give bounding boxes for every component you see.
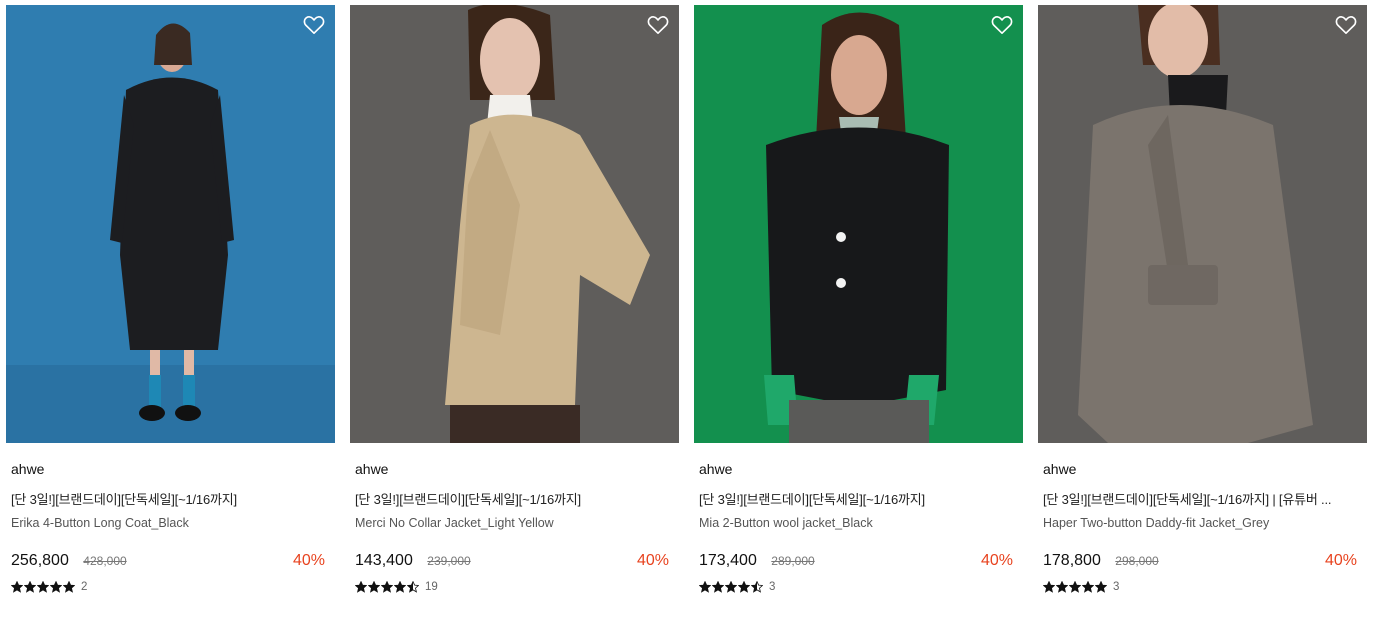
star-rating — [699, 581, 763, 593]
sale-price: 256,800 — [11, 552, 69, 569]
product-name[interactable]: Merci No Collar Jacket_Light Yellow — [355, 516, 674, 533]
sale-price: 178,800 — [1043, 552, 1101, 569]
star-icon — [407, 581, 419, 593]
original-price: 428,000 — [83, 554, 127, 568]
product-photo-coat-black — [6, 5, 335, 443]
star-icon — [355, 581, 367, 593]
price-row: 173,400 289,000 40% — [699, 552, 1018, 574]
star-rating — [355, 581, 419, 593]
rating: 3 — [1043, 580, 1362, 594]
star-icon — [368, 581, 380, 593]
star-icon — [37, 581, 49, 593]
brand-name[interactable]: ahwe — [1043, 461, 1362, 479]
review-count: 3 — [1113, 581, 1120, 593]
product-image[interactable] — [6, 5, 335, 443]
star-icon — [1069, 581, 1081, 593]
rating: 3 — [699, 580, 1018, 594]
discount-rate: 40% — [1324, 552, 1357, 569]
star-icon — [24, 581, 36, 593]
review-count: 3 — [769, 581, 776, 593]
sale-price: 143,400 — [355, 552, 413, 569]
product-grid: ahwe [단 3일!][브랜드데이][단독세일][~1/16까지] Erika… — [0, 0, 1377, 633]
review-count: 19 — [425, 581, 438, 593]
product-image[interactable] — [694, 5, 1023, 443]
price-row: 143,400 239,000 40% — [355, 552, 674, 574]
star-icon — [63, 581, 75, 593]
original-price: 298,000 — [1115, 554, 1159, 568]
heart-outline-icon[interactable] — [647, 15, 669, 35]
star-icon — [699, 581, 711, 593]
brand-name[interactable]: ahwe — [11, 461, 330, 479]
promo-text[interactable]: [단 3일!][브랜드데이][단독세일][~1/16까지] — [11, 489, 330, 507]
promo-text[interactable]: [단 3일!][브랜드데이][단독세일][~1/16까지] — [355, 489, 674, 507]
sale-price: 173,400 — [699, 552, 757, 569]
star-icon — [381, 581, 393, 593]
star-icon — [1082, 581, 1094, 593]
heart-outline-icon[interactable] — [1335, 15, 1357, 35]
product-photo-jacket-yellow — [350, 5, 679, 443]
heart-outline-icon[interactable] — [303, 15, 325, 35]
star-icon — [712, 581, 724, 593]
product-image[interactable] — [1038, 5, 1367, 443]
star-rating — [11, 581, 75, 593]
price-row: 178,800 298,000 40% — [1043, 552, 1362, 574]
product-card[interactable]: ahwe [단 3일!][브랜드데이][단독세일][~1/16까지] Mia 2… — [694, 5, 1023, 594]
product-card[interactable]: ahwe [단 3일!][브랜드데이][단독세일][~1/16까지] Erika… — [6, 5, 335, 594]
star-icon — [751, 581, 763, 593]
brand-name[interactable]: ahwe — [699, 461, 1018, 479]
star-icon — [738, 581, 750, 593]
rating: 19 — [355, 580, 674, 594]
star-icon — [394, 581, 406, 593]
product-name[interactable]: Haper Two-button Daddy-fit Jacket_Grey — [1043, 516, 1362, 533]
star-icon — [50, 581, 62, 593]
product-image[interactable] — [350, 5, 679, 443]
star-rating — [1043, 581, 1107, 593]
discount-rate: 40% — [636, 552, 669, 569]
promo-text[interactable]: [단 3일!][브랜드데이][단독세일][~1/16까지] | [유튜버 ... — [1043, 489, 1362, 507]
original-price: 239,000 — [427, 554, 471, 568]
product-card[interactable]: ahwe [단 3일!][브랜드데이][단독세일][~1/16까지] | [유튜… — [1038, 5, 1367, 594]
star-icon — [1095, 581, 1107, 593]
product-card[interactable]: ahwe [단 3일!][브랜드데이][단독세일][~1/16까지] Merci… — [350, 5, 679, 594]
product-photo-jacket-grey — [1038, 5, 1367, 443]
star-icon — [725, 581, 737, 593]
review-count: 2 — [81, 581, 88, 593]
product-name[interactable]: Mia 2-Button wool jacket_Black — [699, 516, 1018, 533]
star-icon — [1056, 581, 1068, 593]
promo-text[interactable]: [단 3일!][브랜드데이][단독세일][~1/16까지] — [699, 489, 1018, 507]
star-icon — [1043, 581, 1055, 593]
original-price: 289,000 — [771, 554, 815, 568]
discount-rate: 40% — [980, 552, 1013, 569]
product-photo-jacket-black — [694, 5, 1023, 443]
star-icon — [11, 581, 23, 593]
rating: 2 — [11, 580, 330, 594]
price-row: 256,800 428,000 40% — [11, 552, 330, 574]
product-name[interactable]: Erika 4-Button Long Coat_Black — [11, 516, 330, 533]
heart-outline-icon[interactable] — [991, 15, 1013, 35]
brand-name[interactable]: ahwe — [355, 461, 674, 479]
discount-rate: 40% — [292, 552, 325, 569]
